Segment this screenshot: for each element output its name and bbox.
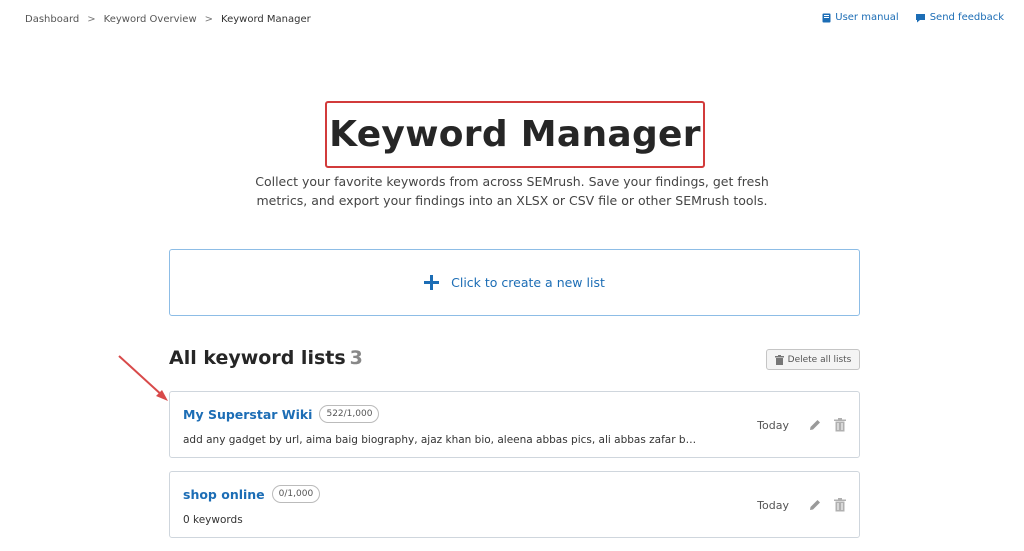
trash-icon[interactable]: [834, 497, 846, 516]
list-title-row: My Superstar Wiki 522/1,000: [183, 405, 380, 423]
delete-all-lists-label: Delete all lists: [787, 354, 852, 365]
breadcrumb-keyword-overview[interactable]: Keyword Overview: [104, 14, 197, 25]
speech-bubble-icon: [915, 13, 925, 22]
breadcrumb-separator: >: [204, 14, 214, 25]
list-count-badge: 522/1,000: [319, 405, 380, 423]
keyword-list-card: shop online 0/1,000 0 keywords Today: [169, 471, 860, 538]
list-name-link[interactable]: My Superstar Wiki: [183, 407, 312, 422]
pencil-icon[interactable]: [808, 497, 822, 516]
list-description: add any gadget by url, aima baig biograp…: [183, 434, 697, 446]
list-title-row: shop online 0/1,000: [183, 485, 321, 503]
top-links: User manual Send feedback: [806, 12, 1004, 23]
user-manual-link[interactable]: User manual: [822, 12, 899, 23]
list-date: Today: [757, 419, 789, 432]
send-feedback-link[interactable]: Send feedback: [915, 12, 1004, 23]
book-icon: [822, 13, 831, 22]
trash-icon[interactable]: [834, 417, 846, 436]
keyword-lists-heading: All keyword lists 3: [169, 347, 363, 369]
list-date: Today: [757, 499, 789, 512]
list-name-link[interactable]: shop online: [183, 487, 265, 502]
delete-all-lists-button[interactable]: Delete all lists: [766, 349, 860, 370]
breadcrumb: Dashboard > Keyword Overview > Keyword M…: [25, 14, 311, 25]
user-manual-label: User manual: [835, 12, 899, 23]
subtitle-line-1: Collect your favorite keywords from acro…: [255, 174, 769, 189]
page-subtitle: Collect your favorite keywords from acro…: [250, 172, 774, 210]
pencil-icon[interactable]: [808, 417, 822, 436]
page-title-highlight: Keyword Manager: [325, 101, 705, 168]
page-title: Keyword Manager: [329, 114, 701, 155]
keyword-list-card: My Superstar Wiki 522/1,000 add any gadg…: [169, 391, 860, 458]
send-feedback-label: Send feedback: [929, 12, 1004, 23]
subtitle-line-2: metrics, and export your findings into a…: [256, 193, 768, 208]
keyword-lists-count: 3: [349, 347, 363, 369]
breadcrumb-keyword-manager: Keyword Manager: [221, 14, 311, 25]
list-description: 0 keywords: [183, 514, 243, 526]
create-new-list-label: Click to create a new list: [451, 275, 605, 290]
breadcrumb-dashboard[interactable]: Dashboard: [25, 14, 79, 25]
keyword-lists-heading-label: All keyword lists: [169, 347, 346, 369]
plus-icon: [424, 275, 440, 290]
breadcrumb-separator: >: [87, 14, 96, 25]
list-count-badge: 0/1,000: [271, 485, 321, 503]
trash-icon: [774, 354, 784, 365]
red-arrow-icon: [118, 355, 168, 401]
create-new-list-button[interactable]: Click to create a new list: [169, 249, 860, 316]
